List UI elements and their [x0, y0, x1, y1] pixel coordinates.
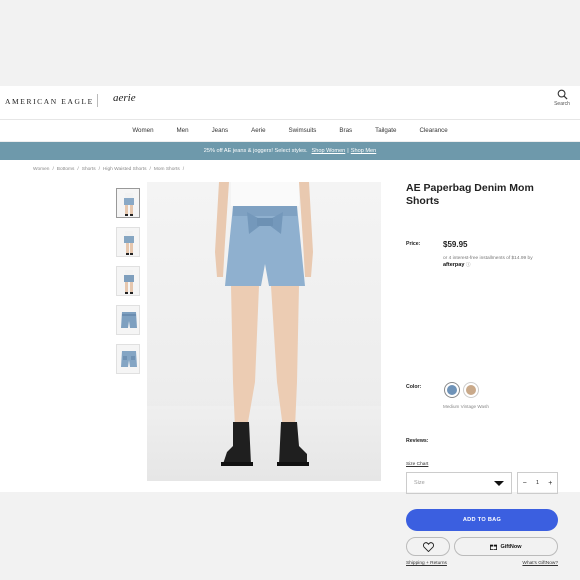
breadcrumb-sep: /	[182, 167, 185, 172]
nav-item-aerie[interactable]: Aerie	[240, 127, 277, 134]
nav-item-bras[interactable]: Bras	[328, 127, 364, 134]
breadcrumb-bottoms[interactable]: Bottoms	[57, 167, 75, 172]
installments-text: or 4 interest-free installments of $14.9…	[443, 256, 533, 261]
giftnow-button[interactable]: GiftNow	[454, 537, 558, 556]
thumbnail-flat-back	[121, 351, 137, 367]
product-info: AE Paperbag Denim Mom Shorts Price: $59.…	[406, 182, 558, 566]
thumbnail-flat-front	[121, 312, 137, 328]
breadcrumb-sep: /	[149, 167, 151, 172]
promo-text: 25% off AE jeans & joggers! Select style…	[203, 148, 308, 154]
caret-down-icon	[494, 481, 504, 486]
thumbnail-2[interactable]	[116, 227, 140, 257]
search-label: Search	[554, 101, 570, 107]
search-icon	[557, 89, 568, 100]
color-label: Color:	[406, 384, 422, 390]
whats-giftnow-link[interactable]: What's GiftNow?	[522, 561, 558, 566]
promo-separator: |	[347, 148, 349, 154]
nav-item-women[interactable]: Women	[121, 127, 165, 134]
main-product-image[interactable]	[147, 182, 381, 481]
size-select[interactable]: Size	[406, 472, 512, 494]
product-title: AE Paperbag Denim Mom Shorts	[406, 182, 534, 207]
size-chart-link[interactable]: Size Chart	[406, 462, 428, 467]
logo-divider	[97, 94, 98, 107]
ae-logo[interactable]: AMERICAN EAGLE	[5, 97, 94, 106]
nav-item-men[interactable]: Men	[165, 127, 200, 134]
thumbnail-model-side	[124, 231, 134, 255]
color-name: Medium Vintage Wash	[443, 404, 489, 409]
info-icon[interactable]: ⓘ	[466, 263, 471, 268]
quantity-stepper: − 1 +	[517, 472, 558, 494]
breadcrumb-women[interactable]: Women	[33, 167, 49, 172]
thumbnail-1[interactable]	[116, 188, 140, 218]
nav-item-jeans[interactable]: Jeans	[200, 127, 240, 134]
thumbnail-3[interactable]	[116, 266, 140, 296]
qty-decrease-button[interactable]: −	[523, 480, 527, 487]
breadcrumb-sep: /	[98, 167, 100, 172]
qty-increase-button[interactable]: +	[548, 480, 552, 487]
giftnow-label: GiftNow	[500, 543, 522, 550]
thumbnail-5[interactable]	[116, 344, 140, 374]
nav-item-tailgate[interactable]: Tailgate	[364, 127, 408, 134]
main-nav: Women Men Jeans Aerie Swimsuits Bras Tai…	[0, 120, 580, 142]
promo-banner: 25% off AE jeans & joggers! Select style…	[0, 142, 580, 160]
qty-value[interactable]: 1	[536, 480, 539, 486]
thumbnail-model-front	[124, 193, 134, 216]
search-button[interactable]: Search	[552, 89, 572, 107]
price-value: $59.95	[443, 240, 468, 249]
shipping-returns-link[interactable]: Shipping + Returns	[406, 561, 447, 566]
model-illustration	[215, 182, 313, 466]
thumbnail-model-back	[124, 270, 134, 294]
site-header: AMERICAN EAGLE aerie Search	[0, 86, 580, 120]
afterpay-message: or 4 interest-free installments of $14.9…	[443, 255, 563, 269]
shop-men-link[interactable]: Shop Men	[351, 148, 377, 154]
breadcrumb-shorts[interactable]: Shorts	[82, 167, 96, 172]
breadcrumb-high-waisted-shorts[interactable]: High Waisted Shorts	[103, 167, 147, 172]
product-page: AMERICAN EAGLE aerie Search Women Men Je…	[0, 86, 580, 566]
swatch-tan[interactable]	[464, 383, 478, 397]
breadcrumb-mom-shorts[interactable]: Mom Shorts	[154, 167, 180, 172]
gift-icon	[490, 543, 498, 550]
size-placeholder: Size	[414, 480, 425, 486]
shop-women-link[interactable]: Shop Women	[312, 148, 346, 154]
breadcrumb: Women / Bottoms / Shorts / High Waisted Shorts…	[33, 167, 187, 172]
breadcrumb-sep: /	[77, 167, 79, 172]
swatch-medium-vintage-wash[interactable]	[445, 383, 459, 397]
price-label: Price:	[406, 241, 421, 247]
reviews-label: Reviews:	[406, 438, 429, 444]
add-to-bag-button[interactable]: ADD TO BAG	[406, 509, 558, 531]
heart-icon	[422, 541, 434, 552]
afterpay-logo: afterpay	[443, 262, 465, 268]
thumbnail-4[interactable]	[116, 305, 140, 335]
nav-item-swimsuits[interactable]: Swimsuits	[277, 127, 328, 134]
breadcrumb-sep: /	[52, 167, 54, 172]
aerie-logo[interactable]: aerie	[113, 92, 136, 104]
nav-item-clearance[interactable]: Clearance	[408, 127, 459, 134]
thumbnail-list	[116, 188, 140, 383]
favorite-button[interactable]	[406, 537, 450, 556]
